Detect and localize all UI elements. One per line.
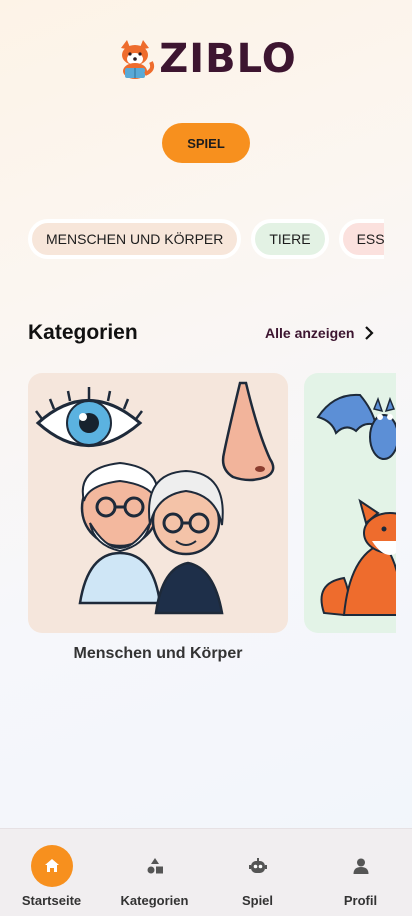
category-card-tiere[interactable] <box>304 373 396 633</box>
nav-label: Kategorien <box>120 893 189 908</box>
bat-icon <box>316 393 396 460</box>
category-card-menschen[interactable] <box>28 373 288 633</box>
robot-icon <box>248 858 267 873</box>
chevron-right-icon <box>365 326 375 340</box>
bottom-navigation: Startseite Kategorien Spiel Profil <box>0 828 412 916</box>
category-carousel: Menschen und Körper <box>28 373 396 673</box>
grandpa-figure <box>78 461 162 605</box>
app-logo: ZIBLO <box>0 36 412 82</box>
nav-label: Startseite <box>21 893 82 908</box>
nose-icon <box>221 381 275 482</box>
see-all-label: Alle anzeigen <box>265 325 355 341</box>
chip-menschen-und-koerper[interactable]: MENSCHEN UND KÖRPER <box>28 219 242 259</box>
shapes-icon <box>147 858 163 874</box>
fox-reading-icon <box>121 40 155 79</box>
nav-item-profil[interactable]: Profil <box>311 845 411 908</box>
category-chip-row: MENSCHEN UND KÖRPER TIERE ESSEN <box>28 219 384 261</box>
people-illustration <box>35 381 275 615</box>
home-icon <box>44 859 59 872</box>
play-button[interactable]: SPIEL <box>162 123 250 163</box>
category-card-label: Menschen und Körper <box>73 645 243 662</box>
eye-icon <box>35 387 143 447</box>
nav-item-spiel[interactable]: Spiel <box>208 845 308 908</box>
nav-label: Profil <box>343 893 378 908</box>
nav-label: Spiel <box>241 893 274 908</box>
person-icon <box>353 858 368 874</box>
see-all-link[interactable]: Alle anzeigen <box>265 325 375 341</box>
logo-wordmark: ZIBLO <box>159 36 297 82</box>
chip-essen[interactable]: ESSEN <box>338 219 384 259</box>
nav-item-kategorien[interactable]: Kategorien <box>105 845 205 908</box>
animals-illustration <box>316 393 396 617</box>
grandma-figure <box>148 469 224 615</box>
section-title: Kategorien <box>28 321 138 344</box>
nav-item-startseite[interactable]: Startseite <box>2 845 102 908</box>
chip-tiere[interactable]: TIERE <box>251 219 329 259</box>
fox-icon <box>320 498 396 617</box>
